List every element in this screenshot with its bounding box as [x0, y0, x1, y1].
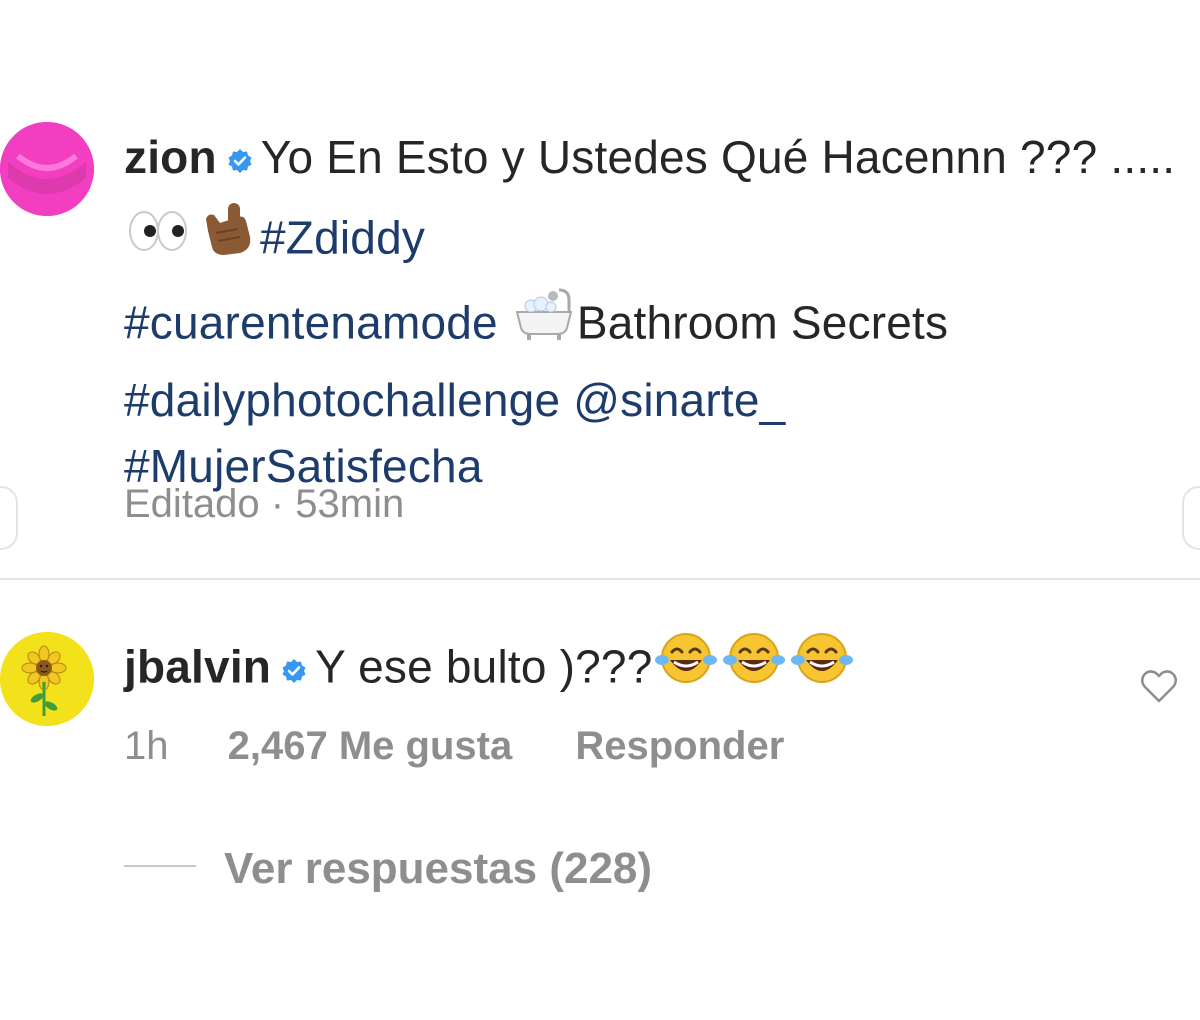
avatar-zion[interactable] [0, 122, 94, 216]
hashtag-dailyphotochallenge[interactable]: #dailyphotochallenge [124, 374, 560, 426]
view-replies-label: Ver respuestas (228) [224, 844, 653, 893]
call-me-hand-emoji-icon [194, 197, 258, 278]
previous-arrow[interactable] [0, 486, 18, 550]
verified-badge-icon [281, 635, 307, 701]
zion-avatar-image [0, 122, 94, 216]
reply-comment: jbalvin Y ese bulto )??? [124, 630, 1124, 711]
caption-time: 53min [295, 482, 405, 526]
caption-text-1: Yo En Esto y Ustedes Qué Hacennn ??? ...… [260, 131, 1176, 183]
hashtag-zdiddy[interactable]: #Zdiddy [260, 212, 425, 264]
caption-meta: Editado · 53min [124, 482, 404, 527]
username-jbalvin[interactable]: jbalvin [124, 641, 271, 693]
caption-comment: zion Yo En Esto y Ustedes Qué Hacennn ???… [124, 124, 1184, 499]
tears-of-joy-emoji-icon [654, 630, 718, 703]
flower-avatar-image [0, 632, 94, 726]
reply-text: Y ese bulto )??? [315, 640, 653, 693]
heart-outline-icon [1141, 670, 1177, 703]
avatar-jbalvin[interactable] [0, 632, 94, 726]
divider [0, 578, 1200, 580]
view-replies-button[interactable]: Ver respuestas (228) [124, 844, 652, 894]
like-button[interactable] [1140, 668, 1178, 709]
hashtag-cuarentenamode[interactable]: #cuarentenamode [124, 297, 498, 349]
tears-of-joy-emoji-icon [722, 630, 786, 703]
verified-badge-icon [227, 125, 253, 191]
mention-sinarte[interactable]: @sinarte_ [573, 374, 785, 426]
edited-label: Editado [124, 482, 260, 526]
eyes-emoji-icon [126, 204, 190, 270]
tears-of-joy-emoji-icon [790, 630, 854, 703]
meta-separator: · [270, 482, 285, 526]
reply-button[interactable]: Responder [575, 724, 784, 768]
reply-time: 1h [124, 724, 169, 768]
likes-count[interactable]: 2,467 Me gusta [228, 724, 513, 768]
reply-meta: 1h 2,467 Me gusta Responder [124, 724, 784, 769]
next-arrow[interactable] [1182, 486, 1200, 550]
replies-line [124, 865, 196, 868]
bathtub-emoji-icon [513, 286, 575, 359]
username-zion[interactable]: zion [124, 131, 217, 183]
caption-text-2: Bathroom Secrets [576, 296, 949, 349]
